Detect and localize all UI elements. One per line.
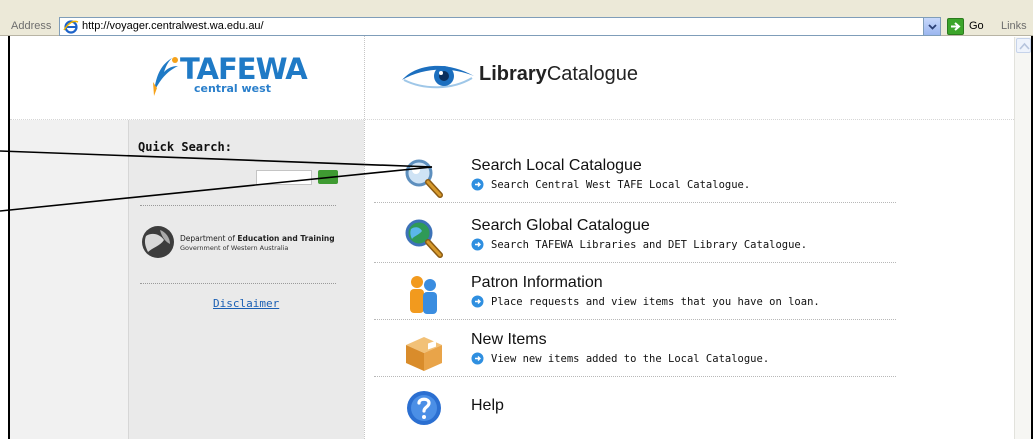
det-logo-line1: Department of Education and Training (180, 234, 335, 243)
go-label: Go (969, 20, 984, 32)
menu-item-description: Search Central West TAFE Local Catalogue… (491, 179, 751, 191)
menu-item-title[interactable]: Search Local Catalogue (471, 157, 642, 175)
address-dropdown-button[interactable] (923, 18, 940, 35)
library-catalogue-logo[interactable]: LibraryCatalogue (400, 60, 670, 94)
chevron-down-icon (928, 24, 937, 30)
chevron-up-icon (1019, 42, 1030, 50)
eye-icon (402, 65, 474, 89)
menu-item-search-local[interactable]: Search Local Catalogue Search Central We… (374, 157, 896, 215)
disclaimer-link[interactable]: Disclaimer (213, 297, 279, 310)
tafewa-swoosh-icon (153, 57, 178, 96)
menu-item-title[interactable]: Patron Information (471, 274, 603, 292)
menu-item-description: Search TAFEWA Libraries and DET Library … (491, 239, 808, 251)
det-globe-icon (142, 226, 174, 258)
menu-divider (374, 319, 896, 320)
go-button[interactable]: Go (947, 17, 991, 36)
quick-search-go-button[interactable] (318, 170, 338, 184)
links-toolbar[interactable]: Links (1001, 20, 1027, 32)
arrow-bullet-icon (471, 238, 484, 251)
menu-item-description: Place requests and view items that you h… (491, 296, 820, 308)
globe-magnifier-icon (405, 219, 443, 258)
sidebar-divider (140, 283, 336, 284)
scroll-up-button[interactable] (1016, 38, 1031, 53)
library-catalogue-title: LibraryCatalogue (479, 63, 638, 85)
menu-item-help[interactable]: Help (374, 388, 896, 439)
annotation-frame-left (8, 36, 10, 439)
menu-item-patron-information[interactable]: Patron Information Place requests and vi… (374, 274, 896, 332)
magnifier-icon (405, 159, 443, 198)
menu-item-title[interactable]: Search Global Catalogue (471, 217, 650, 235)
address-input[interactable]: http://voyager.centralwest.wa.edu.au/ (59, 17, 941, 36)
quick-search-label: Quick Search: (138, 140, 232, 154)
menu-divider (374, 262, 896, 263)
menu-item-title[interactable]: Help (471, 397, 504, 415)
det-logo[interactable]: Department of Education and Training Gov… (140, 224, 340, 260)
help-question-icon (407, 391, 441, 425)
patron-people-icon (410, 276, 437, 314)
menu-item-title[interactable]: New Items (471, 331, 547, 349)
menu-item-description: View new items added to the Local Catalo… (491, 353, 770, 365)
tafewa-logo-subtext: central west (194, 82, 271, 95)
quick-search-input[interactable] (256, 170, 312, 185)
det-logo-line2: Government of Western Australia (180, 244, 289, 252)
vertical-scrollbar[interactable] (1014, 37, 1031, 439)
address-label: Address (11, 20, 52, 32)
tafewa-logo-text: TAFEWA (180, 52, 308, 86)
internet-explorer-icon (63, 19, 79, 34)
header-divider (10, 119, 1014, 120)
tafewa-logo[interactable]: TAFEWA central west (150, 52, 330, 100)
go-arrow-icon (947, 18, 964, 35)
address-url: http://voyager.centralwest.wa.edu.au/ (82, 20, 264, 32)
sidebar-panel (128, 120, 364, 439)
arrow-bullet-icon (471, 295, 484, 308)
menu-divider (374, 202, 896, 203)
menu-item-new-items[interactable]: New Items View new items added to the Lo… (374, 331, 896, 389)
menu-divider (374, 376, 896, 377)
sidebar-divider (140, 205, 336, 206)
arrow-bullet-icon (471, 352, 484, 365)
menu-item-search-global[interactable]: Search Global Catalogue Search TAFEWA Li… (374, 217, 896, 275)
arrow-bullet-icon (471, 178, 484, 191)
address-bar: Address http://voyager.centralwest.wa.ed… (0, 0, 1033, 36)
new-items-box-icon (406, 337, 442, 371)
column-divider (364, 36, 365, 439)
